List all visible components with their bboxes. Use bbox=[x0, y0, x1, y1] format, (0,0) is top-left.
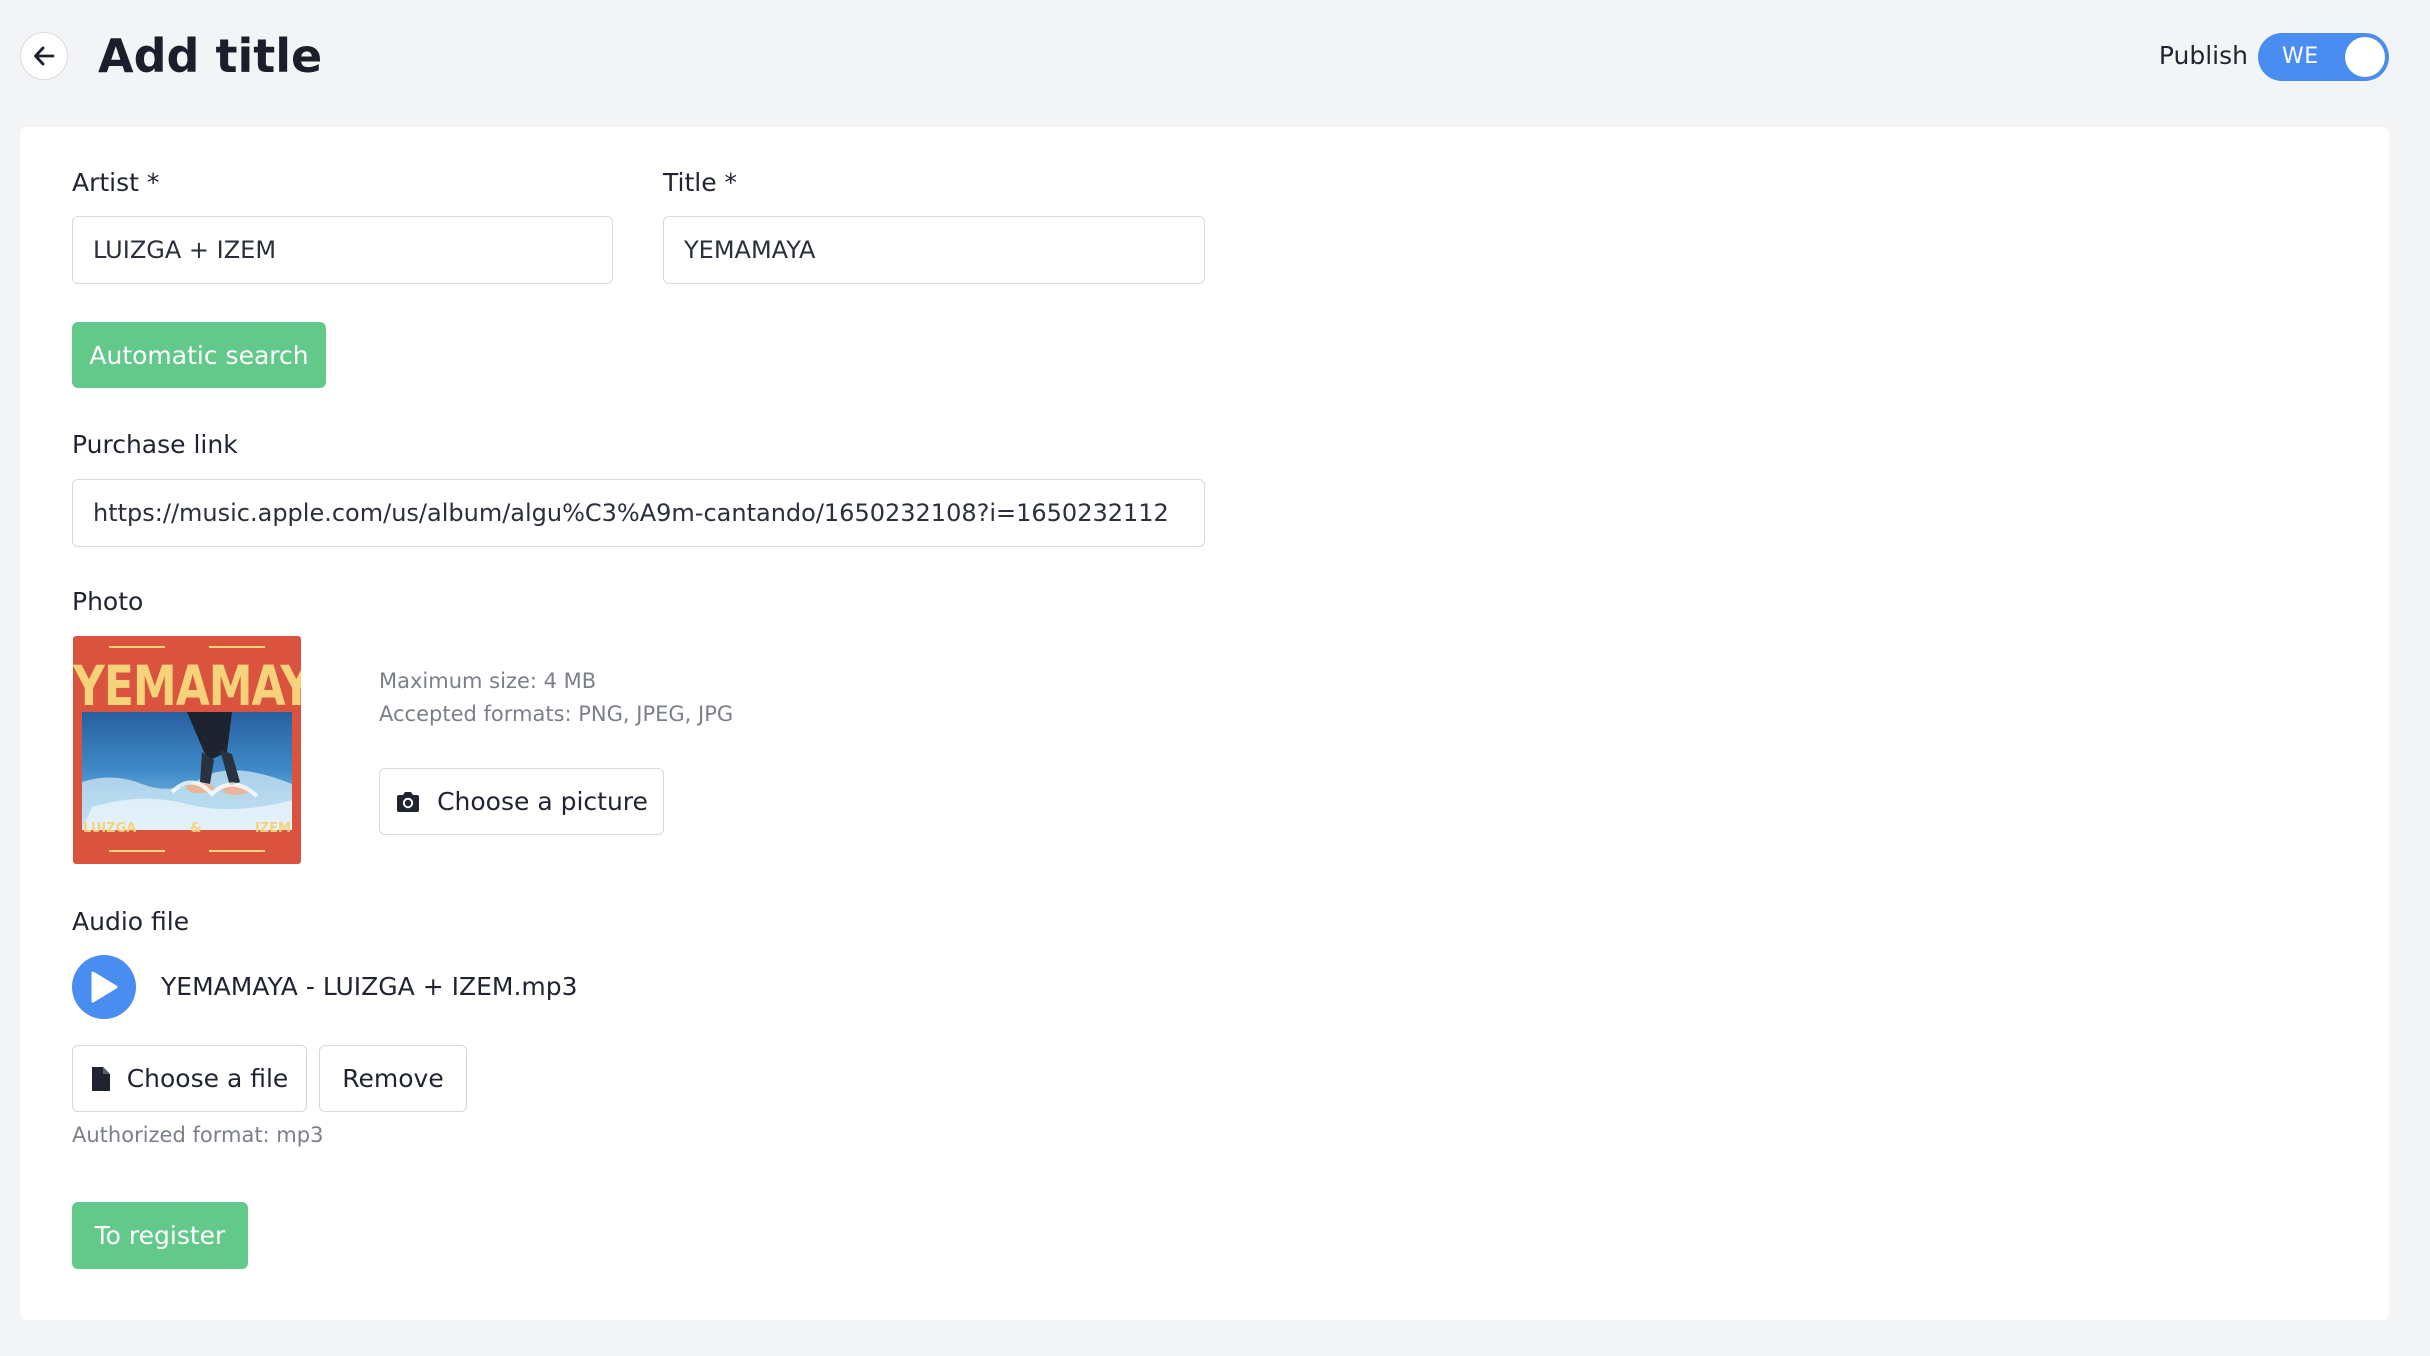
artist-label: Artist * bbox=[72, 168, 160, 197]
play-icon bbox=[91, 971, 118, 1003]
toggle-knob bbox=[2345, 37, 2385, 77]
publish-label: Publish bbox=[2158, 41, 2248, 70]
publish-toggle[interactable]: WE bbox=[2258, 33, 2389, 81]
choose-file-label: Choose a file bbox=[126, 1064, 289, 1093]
photo-label: Photo bbox=[72, 587, 144, 616]
audio-label: Audio file bbox=[72, 907, 190, 936]
register-button[interactable]: To register bbox=[72, 1202, 248, 1269]
cover-photo bbox=[82, 712, 292, 830]
remove-button[interactable]: Remove bbox=[319, 1045, 467, 1112]
choose-picture-button[interactable]: Choose a picture bbox=[379, 768, 664, 835]
page-title: Add title bbox=[98, 29, 323, 83]
back-button[interactable] bbox=[20, 32, 68, 80]
file-icon bbox=[91, 1066, 110, 1091]
cover-image: YEMAMAYA LUIZGA & IZEM bbox=[73, 636, 301, 864]
cover-decor-line bbox=[209, 646, 265, 648]
purchase-link-input[interactable] bbox=[72, 479, 1205, 547]
top-bar: Add title Publish WE bbox=[0, 0, 2430, 120]
purchase-link-label: Purchase link bbox=[72, 430, 238, 459]
choose-file-button[interactable]: Choose a file bbox=[72, 1045, 307, 1112]
play-button[interactable] bbox=[72, 955, 136, 1019]
audio-authorized-format: Authorized format: mp3 bbox=[72, 1123, 324, 1147]
form-card bbox=[20, 127, 2389, 1320]
camera-icon bbox=[397, 791, 420, 812]
photo-accepted-formats: Accepted formats: PNG, JPEG, JPG bbox=[379, 702, 734, 726]
choose-picture-label: Choose a picture bbox=[437, 787, 648, 816]
arrow-left-icon bbox=[34, 46, 55, 66]
cover-artist-left: LUIZGA bbox=[83, 821, 137, 836]
audio-file-name: YEMAMAYA - LUIZGA + IZEM.mp3 bbox=[161, 972, 578, 1001]
cover-scene bbox=[82, 712, 292, 830]
cover-artist-right: IZEM bbox=[254, 821, 291, 836]
cover-decor-line bbox=[209, 850, 265, 852]
cover-credits: LUIZGA & IZEM bbox=[73, 821, 301, 836]
automatic-search-button[interactable]: Automatic search bbox=[72, 322, 326, 388]
title-label: Title * bbox=[663, 168, 738, 197]
artist-input[interactable] bbox=[72, 216, 613, 284]
cover-decor-line bbox=[109, 646, 165, 648]
photo-max-size: Maximum size: 4 MB bbox=[379, 669, 597, 693]
cover-ampersand: & bbox=[189, 821, 202, 836]
title-input[interactable] bbox=[663, 216, 1205, 284]
publish-toggle-text: WE bbox=[2282, 44, 2319, 69]
cover-decor-line bbox=[109, 850, 165, 852]
